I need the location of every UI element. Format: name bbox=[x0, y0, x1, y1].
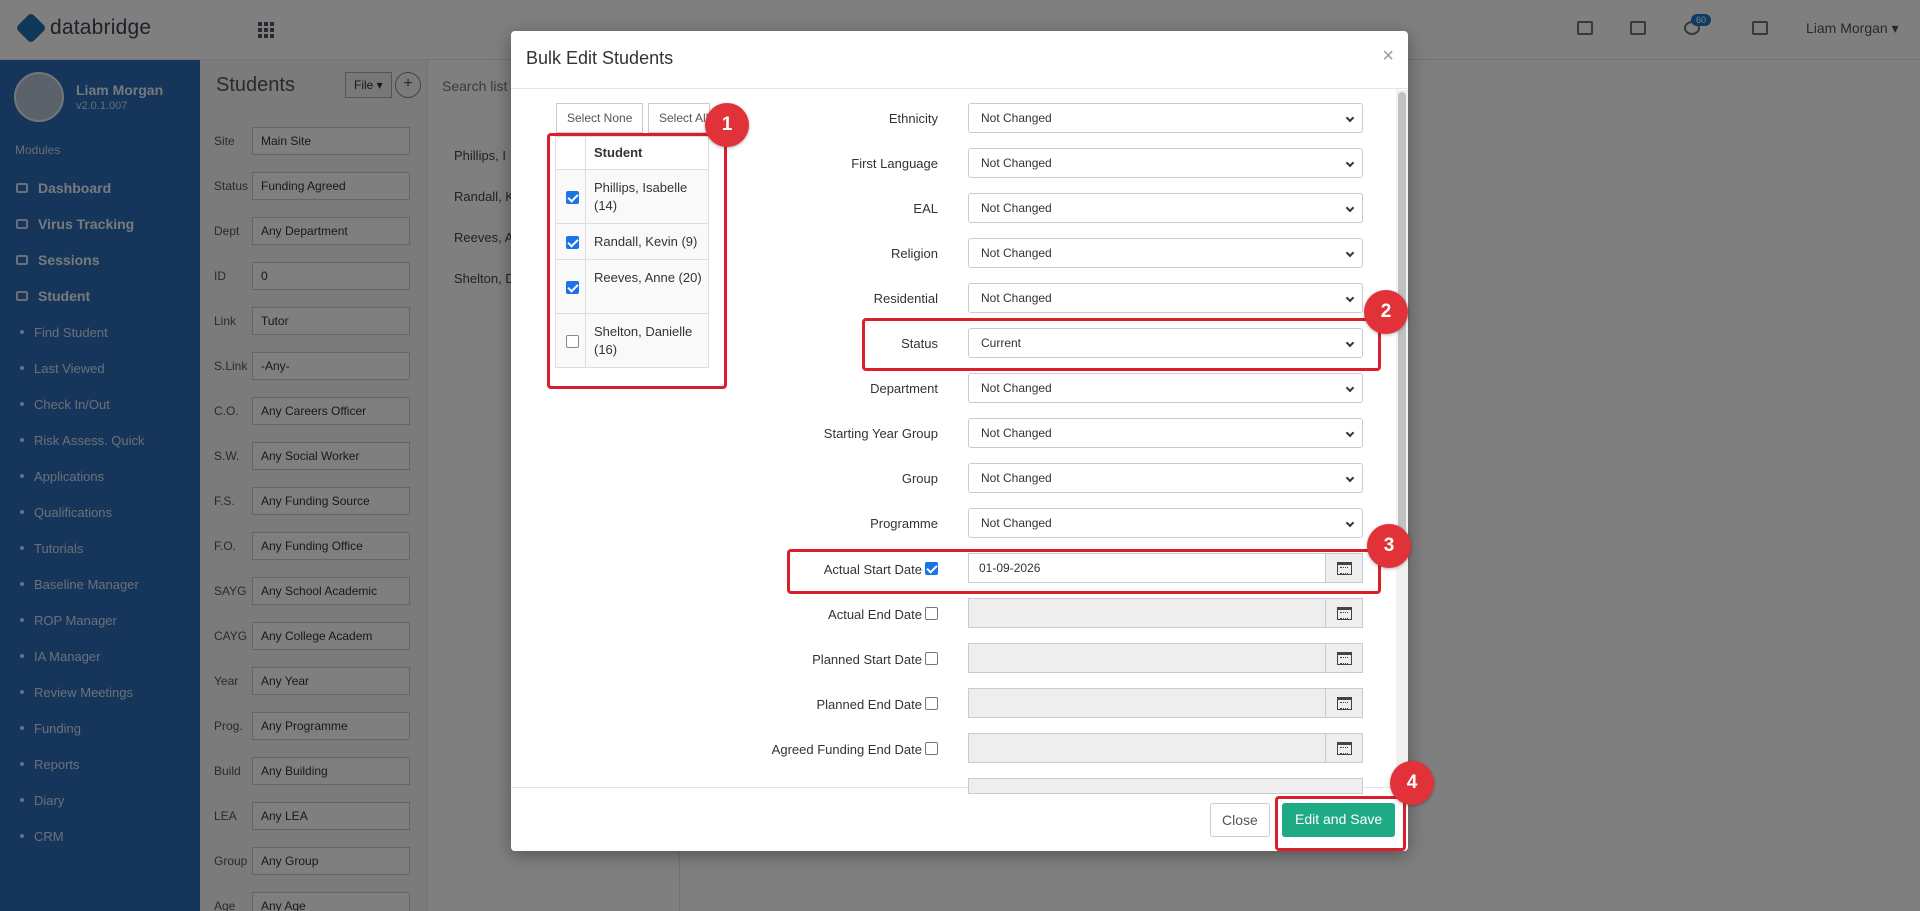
select-none-button[interactable]: Select None bbox=[556, 103, 644, 133]
modal-title: Bulk Edit Students bbox=[526, 48, 674, 68]
annotation-box-students bbox=[547, 133, 727, 389]
date-enable-checkbox[interactable] bbox=[925, 652, 938, 665]
annotation-box-status bbox=[862, 318, 1381, 371]
field-select[interactable]: Not Changed bbox=[968, 508, 1363, 538]
date-label: Planned End Date bbox=[816, 697, 922, 712]
date-label: Actual End Date bbox=[828, 607, 922, 622]
calendar-icon bbox=[1337, 607, 1352, 620]
field-select-value: Not Changed bbox=[981, 246, 1052, 260]
date-picker-button[interactable] bbox=[1325, 643, 1363, 673]
field-label: First Language bbox=[851, 156, 938, 171]
date-picker-button[interactable] bbox=[1325, 733, 1363, 763]
date-label: Agreed Funding End Date bbox=[771, 742, 922, 757]
field-select-value: Not Changed bbox=[981, 156, 1052, 170]
chevron-down-icon bbox=[1345, 428, 1355, 438]
calendar-icon bbox=[1337, 652, 1352, 665]
field-label: Starting Year Group bbox=[823, 426, 938, 441]
date-enable-checkbox[interactable] bbox=[925, 607, 938, 620]
date-picker-button[interactable] bbox=[1325, 598, 1363, 628]
field-select[interactable]: Not Changed bbox=[968, 283, 1363, 313]
close-button[interactable]: Close bbox=[1210, 803, 1270, 837]
annotation-box-start-date bbox=[787, 549, 1381, 594]
chevron-down-icon bbox=[1345, 113, 1355, 123]
field-select[interactable]: Not Changed bbox=[968, 193, 1363, 223]
chevron-down-icon bbox=[1345, 518, 1355, 528]
field-select-value: Not Changed bbox=[981, 471, 1052, 485]
field-select[interactable]: Not Changed bbox=[968, 238, 1363, 268]
date-picker-button[interactable] bbox=[1325, 688, 1363, 718]
select-all-button[interactable]: Select All bbox=[648, 103, 710, 133]
field-select[interactable]: Not Changed bbox=[968, 463, 1363, 493]
field-select-value: Not Changed bbox=[981, 111, 1052, 125]
annotation-box-save bbox=[1275, 796, 1406, 851]
field-label: Residential bbox=[873, 291, 938, 306]
date-input[interactable] bbox=[968, 733, 1326, 763]
chevron-down-icon bbox=[1345, 248, 1355, 258]
chevron-down-icon bbox=[1345, 293, 1355, 303]
field-select-value: Not Changed bbox=[981, 201, 1052, 215]
date-input-partial[interactable] bbox=[968, 778, 1363, 794]
close-icon[interactable]: × bbox=[1382, 45, 1394, 68]
field-select-value: Not Changed bbox=[981, 291, 1052, 305]
chevron-down-icon bbox=[1345, 473, 1355, 483]
field-select[interactable]: Not Changed bbox=[968, 148, 1363, 178]
annotation-number-2: 2 bbox=[1364, 290, 1408, 334]
date-input[interactable] bbox=[968, 598, 1326, 628]
chevron-down-icon bbox=[1345, 203, 1355, 213]
field-select[interactable]: Not Changed bbox=[968, 103, 1363, 133]
modal-header: Bulk Edit Students × bbox=[511, 31, 1408, 89]
field-label: Religion bbox=[891, 246, 938, 261]
field-label: Ethnicity bbox=[888, 111, 938, 126]
modal-footer bbox=[511, 787, 1408, 851]
date-input[interactable] bbox=[968, 688, 1326, 718]
chevron-down-icon bbox=[1345, 383, 1355, 393]
field-select[interactable]: Not Changed bbox=[968, 373, 1363, 403]
field-select-value: Not Changed bbox=[981, 381, 1052, 395]
field-select[interactable]: Not Changed bbox=[968, 418, 1363, 448]
calendar-icon bbox=[1337, 742, 1352, 755]
calendar-icon bbox=[1337, 697, 1352, 710]
field-label: EAL bbox=[913, 201, 938, 216]
field-select-value: Not Changed bbox=[981, 516, 1052, 530]
field-label: Department bbox=[870, 381, 938, 396]
field-label: Group bbox=[901, 471, 938, 486]
annotation-number-1: 1 bbox=[705, 103, 749, 147]
chevron-down-icon bbox=[1345, 158, 1355, 168]
annotation-number-4: 4 bbox=[1390, 761, 1434, 805]
annotation-number-3: 3 bbox=[1367, 524, 1411, 568]
date-input[interactable] bbox=[968, 643, 1326, 673]
date-enable-checkbox[interactable] bbox=[925, 697, 938, 710]
field-select-value: Not Changed bbox=[981, 426, 1052, 440]
field-label: Programme bbox=[870, 516, 938, 531]
date-label: Planned Start Date bbox=[812, 652, 922, 667]
date-enable-checkbox[interactable] bbox=[925, 742, 938, 755]
